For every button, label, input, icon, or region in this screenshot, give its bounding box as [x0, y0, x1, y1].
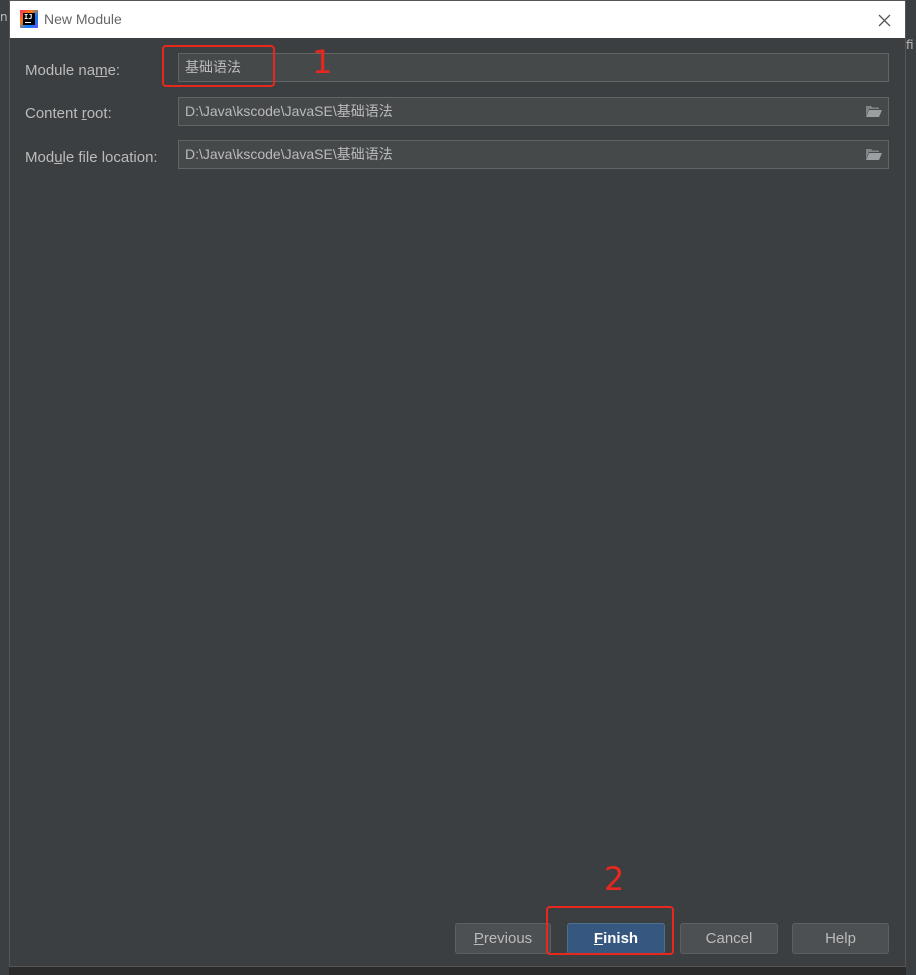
- module-name-input[interactable]: [185, 54, 853, 81]
- background-ide-right: [906, 0, 916, 975]
- background-ide-left: [0, 0, 9, 975]
- previous-button[interactable]: Previous: [455, 923, 551, 954]
- module-file-location-value: D:\Java\kscode\JavaSE\基础语法: [185, 146, 393, 162]
- content-root-value: D:\Java\kscode\JavaSE\基础语法: [185, 103, 393, 119]
- background-text-left: n: [0, 10, 8, 24]
- annotation-box-module-name: [162, 45, 275, 87]
- title-bar[interactable]: IJ New Module: [10, 1, 905, 38]
- help-button[interactable]: Help: [792, 923, 889, 954]
- browse-folder-icon[interactable]: [865, 146, 883, 162]
- module-file-location-label: Module file location:: [25, 149, 158, 166]
- annotation-box-finish: [546, 906, 674, 955]
- annotation-step-2: 2: [604, 860, 625, 898]
- content-root-label: Content root:: [25, 105, 112, 122]
- new-module-dialog: IJ New Module Module name: Content root:…: [9, 0, 906, 967]
- browse-folder-icon[interactable]: [865, 103, 883, 119]
- annotation-step-1: 1: [312, 43, 333, 81]
- content-root-field[interactable]: D:\Java\kscode\JavaSE\基础语法: [178, 97, 889, 126]
- background-text-right: fi: [906, 38, 914, 52]
- module-name-label: Module name:: [25, 62, 121, 79]
- window-title: New Module: [44, 11, 122, 27]
- module-name-field[interactable]: [178, 53, 889, 82]
- cancel-button[interactable]: Cancel: [680, 923, 778, 954]
- intellij-idea-icon: IJ: [20, 10, 38, 28]
- close-button[interactable]: [871, 7, 897, 33]
- module-file-location-field[interactable]: D:\Java\kscode\JavaSE\基础语法: [178, 140, 889, 169]
- close-icon: [878, 14, 891, 27]
